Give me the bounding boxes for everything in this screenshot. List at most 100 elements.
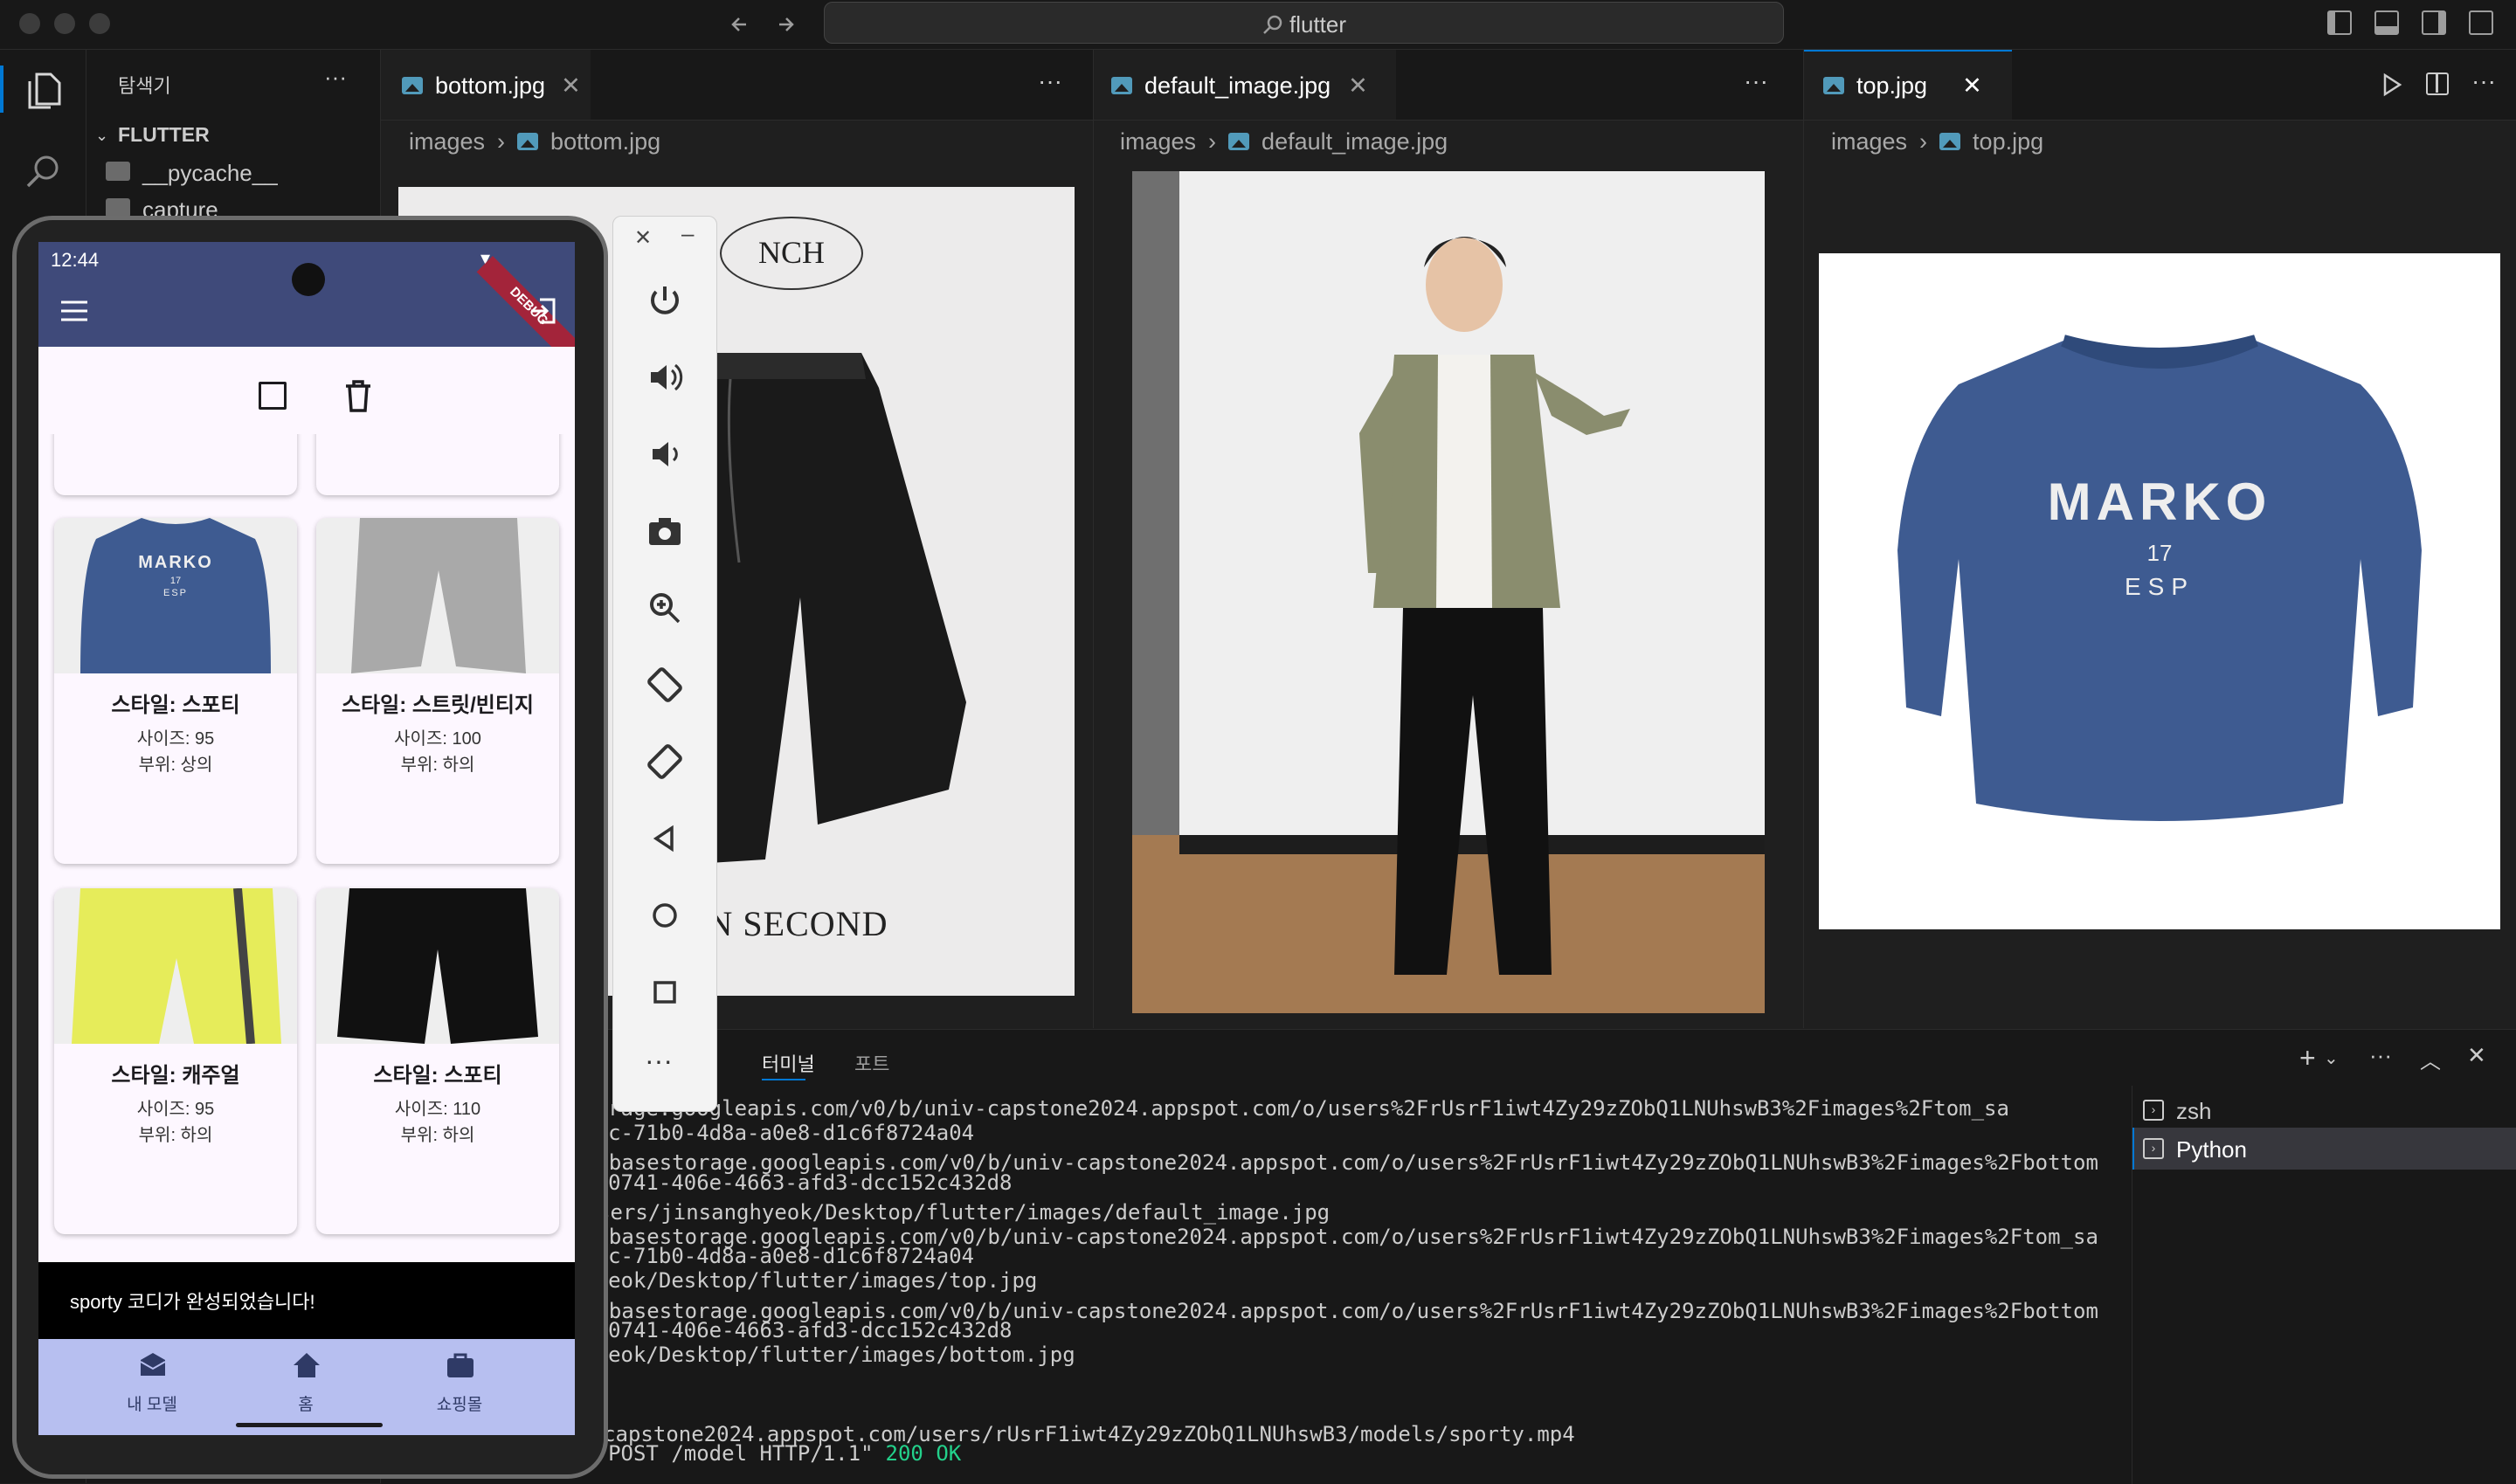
back-arrow-icon[interactable] <box>729 12 753 37</box>
clothes-card[interactable]: 스타일: 캐주얼 사이즈: 95 부위: 하의 <box>54 888 297 1234</box>
app-bar: 12:44 ▾ DEBUG <box>38 242 575 359</box>
debug-banner: DEBUG <box>476 256 575 359</box>
toggle-sidebar-icon[interactable] <box>2327 10 2352 35</box>
tab-terminal[interactable]: 터미널 <box>762 1049 815 1077</box>
tab-default-image-jpg[interactable]: default_image.jpg ✕ <box>1094 50 1396 120</box>
style-label: 스타일: 스포티 <box>111 694 240 717</box>
volume-down-icon[interactable] <box>639 428 691 480</box>
chevron-down-icon[interactable]: ⌄ <box>95 127 108 145</box>
tab-label: bottom.jpg <box>435 72 546 99</box>
size-label: 사이즈: 95 <box>136 1100 215 1119</box>
home-button-icon[interactable] <box>639 889 691 942</box>
close-panel-icon[interactable]: ✕ <box>2467 1042 2486 1069</box>
breadcrumb-folder[interactable]: images <box>409 128 485 155</box>
terminal-list: › zsh › Python <box>2132 1086 2516 1484</box>
split-editor-icon[interactable] <box>2426 72 2449 95</box>
nav-item-my-model[interactable]: 내 모델 <box>91 1348 213 1418</box>
active-tab-indicator <box>762 1079 805 1080</box>
close-icon[interactable]: ✕ <box>561 72 581 100</box>
minimize-window-button[interactable] <box>54 13 75 34</box>
camera-cutout <box>292 263 325 296</box>
size-label: 사이즈: 95 <box>136 729 215 749</box>
tab-top-jpg[interactable]: top.jpg ✕ <box>1804 50 2012 120</box>
image-file-icon <box>402 77 423 94</box>
delete-icon[interactable] <box>344 380 372 413</box>
explorer-icon[interactable] <box>24 71 63 111</box>
sidebar-more-button[interactable]: ··· <box>324 64 347 91</box>
search-icon[interactable] <box>24 153 63 191</box>
tab-bottom-jpg[interactable]: bottom.jpg ✕ <box>381 50 591 120</box>
active-indicator <box>0 66 3 113</box>
volume-up-icon[interactable] <box>639 351 691 404</box>
clothes-card[interactable]: 스타일: 스포티 사이즈: 110 부위: 하의 <box>316 888 559 1234</box>
nav-item-home[interactable]: 홈 <box>245 1348 367 1418</box>
close-icon[interactable]: ✕ <box>634 225 652 251</box>
run-icon[interactable] <box>2381 72 2403 97</box>
overview-icon[interactable] <box>639 966 691 1018</box>
close-icon[interactable]: ✕ <box>1962 72 1982 100</box>
forward-arrow-icon[interactable] <box>774 12 798 37</box>
tab-label: top.jpg <box>1856 72 1928 99</box>
sweatshirt-print-text: MARKO <box>2047 473 2272 531</box>
terminal-item-python[interactable]: Python <box>2176 1136 2247 1163</box>
menu-icon[interactable] <box>59 300 89 322</box>
new-terminal-icon[interactable]: + <box>2299 1042 2316 1074</box>
more-options-icon[interactable]: ··· <box>645 1045 673 1077</box>
editor-divider <box>1803 50 1804 1028</box>
style-label: 스타일: 스포티 <box>373 1064 502 1087</box>
toggle-secondary-sidebar-icon[interactable] <box>2422 10 2446 35</box>
tab-ports[interactable]: 포트 <box>854 1049 889 1077</box>
search-icon <box>1263 15 1282 34</box>
style-label: 스타일: 캐주얼 <box>111 1064 240 1087</box>
editor-divider <box>1093 50 1094 1028</box>
home-icon <box>294 1353 320 1377</box>
breadcrumb-file[interactable]: bottom.jpg <box>550 128 660 155</box>
breadcrumb: images › top.jpg <box>1831 128 2044 155</box>
folder-root[interactable]: FLUTTER <box>118 123 210 147</box>
close-icon[interactable]: ✕ <box>1348 72 1368 100</box>
more-actions-icon[interactable]: ··· <box>2471 67 2496 95</box>
rotate-right-icon[interactable] <box>639 735 691 788</box>
more-actions-icon[interactable]: ··· <box>1038 67 1062 95</box>
zoom-icon[interactable] <box>639 582 691 634</box>
customize-layout-icon[interactable] <box>2469 10 2493 35</box>
rotate-left-icon[interactable] <box>639 659 691 711</box>
minimize-icon[interactable]: – <box>681 220 694 247</box>
clothes-card-partial[interactable] <box>54 434 297 495</box>
default-image-preview <box>1132 171 1765 1013</box>
power-icon[interactable] <box>639 274 691 327</box>
breadcrumb-folder[interactable]: images <box>1120 128 1196 155</box>
more-actions-icon[interactable]: ··· <box>2369 1042 2392 1069</box>
part-label: 부위: 하의 <box>400 1126 475 1145</box>
more-actions-icon[interactable]: ··· <box>1744 67 1768 95</box>
brand-logo: NCH <box>720 217 863 290</box>
breadcrumb-file[interactable]: default_image.jpg <box>1261 128 1448 155</box>
checkbox-icon[interactable] <box>259 382 287 410</box>
part-label: 부위: 하의 <box>138 1126 213 1145</box>
maximize-panel-icon[interactable]: ︿ <box>2420 1044 2441 1074</box>
clothes-card-partial[interactable] <box>316 434 559 495</box>
breadcrumb-file[interactable]: top.jpg <box>1973 128 2043 155</box>
clothes-card[interactable]: 스타일: 스트릿/빈티지 사이즈: 100 부위: 하의 <box>316 518 559 864</box>
phone-screen: 12:44 ▾ DEBUG MARKO 17 ESP 스타일: 스포티 사이즈:… <box>38 242 575 1435</box>
clothes-card[interactable]: MARKO 17 ESP 스타일: 스포티 사이즈: 95 부위: 상의 <box>54 518 297 864</box>
terminal-item-zsh[interactable]: zsh <box>2176 1098 2211 1125</box>
logout-icon[interactable] <box>528 296 557 326</box>
nav-item-shopping-mall[interactable]: 쇼핑몰 <box>398 1348 521 1418</box>
action-row <box>38 347 575 434</box>
close-window-button[interactable] <box>19 13 40 34</box>
maximize-window-button[interactable] <box>89 13 110 34</box>
command-center[interactable]: flutter <box>824 2 1784 44</box>
clothes-image: MARKO 17 ESP <box>54 518 297 673</box>
toggle-panel-icon[interactable] <box>2374 10 2399 35</box>
chevron-down-icon[interactable]: ⌄ <box>2324 1047 2339 1069</box>
terminal-output[interactable]: ttps://firebasestorage.googleapis.com/v0… <box>381 1096 2119 1484</box>
camera-icon[interactable] <box>639 505 691 557</box>
sidebar-item-pycache[interactable]: __pycache__ <box>142 160 278 187</box>
emulator-toolbar: ✕ – ··· <box>612 216 717 1112</box>
editor-group-1-tabs: bottom.jpg ✕ ··· <box>381 50 1093 121</box>
top-image-preview: MARKO 17 ESP <box>1819 253 2500 929</box>
back-icon[interactable] <box>639 812 691 865</box>
breadcrumb-folder[interactable]: images <box>1831 128 1907 155</box>
gesture-bar <box>236 1423 383 1427</box>
